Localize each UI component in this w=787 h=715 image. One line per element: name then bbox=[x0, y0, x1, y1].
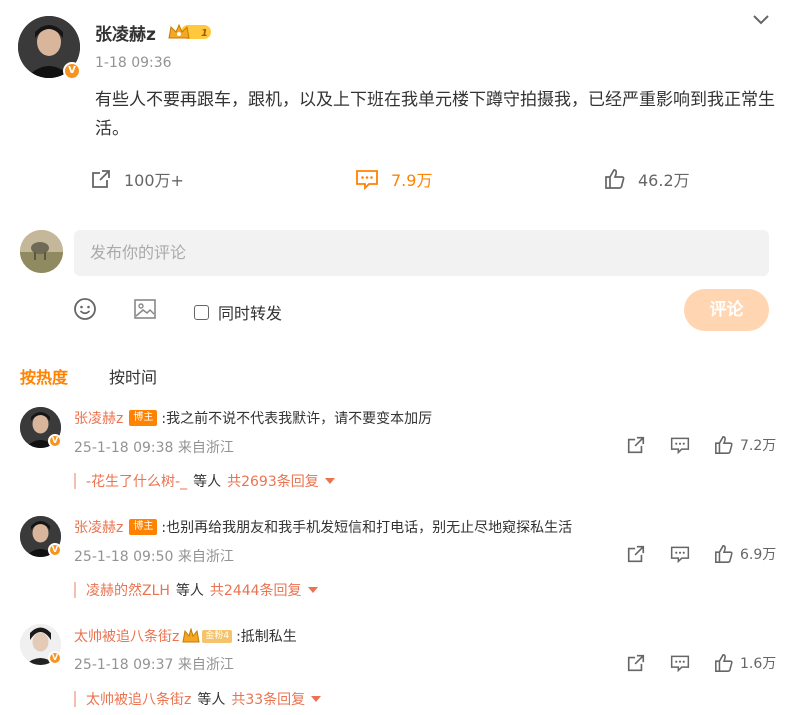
emoji-icon[interactable] bbox=[73, 297, 97, 325]
comment-author[interactable]: 张凌赫z bbox=[74, 517, 123, 537]
verified-badge-icon: V bbox=[63, 62, 81, 80]
fan-level-badge: 金粉4 bbox=[202, 629, 233, 643]
author-badge: 博主 bbox=[129, 410, 158, 426]
reply-divider bbox=[74, 473, 76, 489]
verified-badge-icon: V bbox=[48, 651, 62, 665]
comment-icon[interactable] bbox=[670, 653, 690, 673]
comment-like-count: 1.6万 bbox=[740, 656, 777, 672]
thumbs-up-icon[interactable] bbox=[714, 435, 734, 455]
reply-summary[interactable]: 凌赫的然ZLH 等人 共2444条回复 bbox=[74, 580, 318, 600]
reply-summary[interactable]: -花生了什么树-_ 等人 共2693条回复 bbox=[74, 471, 335, 491]
comment-icon[interactable] bbox=[670, 435, 690, 455]
tab-sort-time[interactable]: 按时间 bbox=[109, 364, 157, 388]
repost-count: 100万+ bbox=[124, 171, 184, 190]
repost-icon[interactable] bbox=[626, 544, 646, 564]
comment-text: :抵制私生 bbox=[236, 629, 297, 645]
reply-count[interactable]: 共33条回复 bbox=[231, 689, 305, 709]
verified-badge-icon: V bbox=[48, 543, 62, 557]
expand-triangle-icon[interactable] bbox=[307, 587, 318, 593]
comment-meta: 25-1-18 09:37 来自浙江 bbox=[74, 657, 234, 673]
like-button[interactable]: 46.2万 bbox=[604, 167, 690, 191]
comment-like-count: 6.9万 bbox=[740, 547, 777, 563]
comment-line: 张凌赫z 博主 :我之前不说不代表我默许，请不要变本加厉 bbox=[74, 408, 432, 428]
reply-author[interactable]: -花生了什么树-_ bbox=[86, 471, 187, 491]
repost-checkbox-label: 同时转发 bbox=[218, 304, 283, 323]
post-time[interactable]: 1-18 09:36 bbox=[95, 55, 172, 71]
repost-checkbox[interactable]: 同时转发 bbox=[194, 300, 282, 324]
crown-level-text: 1 bbox=[201, 28, 208, 39]
post-text: 有些人不要再跟车，跟机，以及上下班在我单元楼下蹲守拍摄我，已经严重影响到我正常生… bbox=[95, 90, 775, 139]
reply-divider bbox=[74, 691, 76, 707]
reply-author[interactable]: 太帅被追八条街z bbox=[86, 689, 191, 709]
comment-actions: 6.9万 bbox=[602, 544, 776, 564]
comment-line: 太帅被追八条街z 金粉4 :抵制私生 bbox=[74, 626, 297, 646]
comment-input[interactable]: 发布你的评论 bbox=[74, 230, 769, 276]
comment-icon[interactable] bbox=[670, 544, 690, 564]
reply-mid: 等人 bbox=[193, 474, 222, 490]
tab-sort-hot[interactable]: 按热度 bbox=[20, 364, 68, 388]
checkbox-box[interactable] bbox=[194, 304, 209, 320]
expand-triangle-icon[interactable] bbox=[324, 478, 335, 484]
reply-author[interactable]: 凌赫的然ZLH bbox=[86, 580, 170, 600]
comment-count: 7.9万 bbox=[391, 171, 433, 190]
author-badge: 博主 bbox=[129, 519, 158, 535]
reply-divider bbox=[74, 582, 76, 598]
crown-level-icon: 1 bbox=[167, 22, 213, 42]
comment-actions: 1.6万 bbox=[602, 653, 776, 673]
thumbs-up-icon[interactable] bbox=[714, 544, 734, 564]
post-author-name[interactable]: 张凌赫z bbox=[95, 20, 156, 45]
thumbs-up-icon bbox=[605, 169, 625, 189]
comment-line: 张凌赫z 博主 :也别再给我朋友和我手机发短信和打电话，别无止尽地窥探私生活 bbox=[74, 517, 572, 537]
comment-meta: 25-1-18 09:38 来自浙江 bbox=[74, 440, 234, 456]
my-avatar[interactable] bbox=[20, 230, 63, 273]
comment-text: :也别再给我朋友和我手机发短信和打电话，别无止尽地窥探私生活 bbox=[161, 520, 573, 536]
comment-actions: 7.2万 bbox=[602, 435, 776, 455]
more-options-chevron-icon[interactable] bbox=[752, 12, 770, 26]
comment-text: :我之前不说不代表我默许，请不要变本加厉 bbox=[161, 411, 433, 427]
comment-meta: 25-1-18 09:50 来自浙江 bbox=[74, 549, 234, 565]
verified-badge-icon: V bbox=[48, 434, 62, 448]
comment-like-count: 7.2万 bbox=[740, 438, 777, 454]
repost-icon[interactable] bbox=[626, 653, 646, 673]
repost-button[interactable]: 100万+ bbox=[90, 167, 184, 191]
reply-mid: 等人 bbox=[197, 692, 226, 708]
comment-icon bbox=[356, 170, 378, 190]
comment-button[interactable]: 7.9万 bbox=[355, 167, 432, 191]
submit-comment-button[interactable]: 评论 bbox=[684, 289, 769, 331]
reply-summary[interactable]: 太帅被追八条街z 等人 共33条回复 bbox=[74, 689, 322, 709]
repost-icon bbox=[92, 170, 110, 188]
comment-author[interactable]: 太帅被追八条街z bbox=[74, 626, 179, 646]
reply-mid: 等人 bbox=[175, 583, 204, 599]
comment-author[interactable]: 张凌赫z bbox=[74, 408, 123, 428]
thumbs-up-icon[interactable] bbox=[714, 653, 734, 673]
repost-icon[interactable] bbox=[626, 435, 646, 455]
like-count: 46.2万 bbox=[638, 171, 690, 190]
reply-count[interactable]: 共2444条回复 bbox=[210, 580, 302, 600]
image-upload-icon[interactable] bbox=[133, 297, 157, 325]
crown-icon bbox=[182, 628, 200, 643]
expand-triangle-icon[interactable] bbox=[311, 696, 322, 702]
reply-count[interactable]: 共2693条回复 bbox=[227, 471, 319, 491]
